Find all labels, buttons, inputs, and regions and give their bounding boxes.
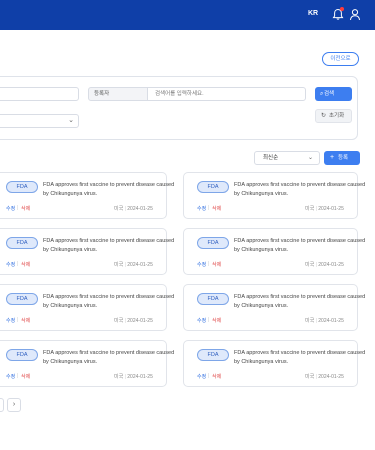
- keyword-field[interactable]: [0, 87, 79, 101]
- card-author: 미국: [305, 318, 315, 324]
- delete-link[interactable]: 삭제: [21, 261, 30, 268]
- link-separator: |: [208, 373, 210, 379]
- back-button[interactable]: 이전으로: [322, 52, 359, 66]
- delete-link[interactable]: 삭제: [21, 373, 30, 380]
- link-separator: |: [17, 261, 19, 267]
- card-meta: 미국 | 2024-01-25: [305, 317, 344, 324]
- registrant-label: 등록자: [88, 87, 148, 101]
- card-meta: 미국 | 2024-01-25: [305, 261, 344, 268]
- language-switch[interactable]: KR: [308, 10, 318, 17]
- user-icon[interactable]: [349, 8, 361, 21]
- search-button-label: 검색: [324, 91, 335, 97]
- news-card[interactable]: FDA FDA approves first vaccine to prevent…: [183, 172, 365, 219]
- card-author: 미국: [114, 374, 124, 380]
- edit-link[interactable]: 수정: [6, 261, 15, 268]
- card-meta: 미국 | 2024-01-25: [114, 205, 153, 212]
- reset-button[interactable]: ↻ 초기화: [315, 109, 352, 123]
- card-meta: 미국 | 2024-01-25: [114, 373, 153, 380]
- edit-link[interactable]: 수정: [6, 317, 15, 324]
- search-icon: ⌕: [320, 91, 324, 97]
- link-separator: |: [17, 317, 19, 323]
- source-badge: FDA: [6, 293, 38, 305]
- delete-link[interactable]: 삭제: [212, 317, 221, 324]
- add-button-label: 등록: [338, 155, 349, 161]
- card-author: 미국: [305, 262, 315, 268]
- source-badge: FDA: [6, 237, 38, 249]
- link-separator: |: [208, 317, 210, 323]
- news-card[interactable]: FDA FDA approves first vaccine to prevent…: [183, 228, 365, 275]
- delete-link[interactable]: 삭제: [212, 373, 221, 380]
- plus-icon: +: [330, 154, 335, 161]
- card-author: 미국: [114, 262, 124, 268]
- card-meta: 미국 | 2024-01-25: [305, 205, 344, 212]
- card-title: FDA approves first vaccine to prevent di…: [43, 182, 175, 197]
- edit-link[interactable]: 수정: [197, 317, 206, 324]
- card-meta: 미국 | 2024-01-25: [114, 261, 153, 268]
- refresh-icon: ↻: [321, 113, 327, 119]
- link-separator: |: [17, 373, 19, 379]
- card-date: 2024-01-25: [318, 262, 344, 268]
- chevron-down-icon: ⌄: [307, 155, 313, 161]
- source-badge: FDA: [6, 349, 38, 361]
- registrant-input[interactable]: 검색어를 입력하세요.: [147, 87, 306, 101]
- card-title: FDA approves first vaccine to prevent di…: [234, 350, 366, 365]
- card-title: FDA approves first vaccine to prevent di…: [234, 238, 366, 253]
- card-date: 2024-01-25: [318, 374, 344, 380]
- link-separator: |: [208, 261, 210, 267]
- card-date: 2024-01-25: [127, 374, 153, 380]
- edit-link[interactable]: 수정: [197, 261, 206, 268]
- card-date: 2024-01-25: [127, 262, 153, 268]
- card-title: FDA approves first vaccine to prevent di…: [43, 294, 175, 309]
- source-badge: FDA: [197, 349, 229, 361]
- card-author: 미국: [114, 206, 124, 212]
- link-separator: |: [17, 205, 19, 211]
- news-card[interactable]: FDA FDA approves first vaccine to prevent…: [183, 284, 365, 331]
- card-author: 미국: [114, 318, 124, 324]
- edit-link[interactable]: 수정: [6, 373, 15, 380]
- search-panel: [0, 76, 358, 140]
- card-title: FDA approves first vaccine to prevent di…: [43, 238, 175, 253]
- card-date: 2024-01-25: [318, 318, 344, 324]
- notification-dot: [340, 7, 344, 11]
- edit-link[interactable]: 수정: [197, 205, 206, 212]
- reset-button-label: 초기화: [329, 113, 345, 119]
- card-title: FDA approves first vaccine to prevent di…: [234, 182, 366, 197]
- card-title: FDA approves first vaccine to prevent di…: [234, 294, 366, 309]
- delete-link[interactable]: 삭제: [212, 261, 221, 268]
- card-author: 미국: [305, 206, 315, 212]
- chevron-down-icon: ⌄: [68, 117, 74, 124]
- news-card[interactable]: FDA FDA approves first vaccine to prevent…: [0, 172, 174, 219]
- source-badge: FDA: [197, 237, 229, 249]
- sort-select-value: 최신순: [263, 155, 279, 161]
- card-meta: 미국 | 2024-01-25: [114, 317, 153, 324]
- source-badge: FDA: [6, 181, 38, 193]
- search-button[interactable]: ⌕ 검색: [315, 87, 352, 101]
- card-meta: 미국 | 2024-01-25: [305, 373, 344, 380]
- top-bar: KR: [0, 0, 375, 30]
- card-date: 2024-01-25: [318, 206, 344, 212]
- delete-link[interactable]: 삭제: [212, 205, 221, 212]
- source-badge: FDA: [197, 181, 229, 193]
- link-separator: |: [208, 205, 210, 211]
- pagination-next-button[interactable]: ›: [7, 398, 21, 412]
- source-badge: FDA: [197, 293, 229, 305]
- category-select[interactable]: ⌄: [0, 114, 79, 128]
- pagination-prev-button[interactable]: [0, 398, 4, 412]
- delete-link[interactable]: 삭제: [21, 317, 30, 324]
- delete-link[interactable]: 삭제: [21, 205, 30, 212]
- card-date: 2024-01-25: [127, 318, 153, 324]
- news-card[interactable]: FDA FDA approves first vaccine to prevent…: [183, 340, 365, 387]
- edit-link[interactable]: 수정: [6, 205, 15, 212]
- card-title: FDA approves first vaccine to prevent di…: [43, 350, 175, 365]
- card-author: 미국: [305, 374, 315, 380]
- add-button[interactable]: + 등록: [324, 151, 360, 165]
- sort-select[interactable]: 최신순 ⌄: [254, 151, 320, 165]
- edit-link[interactable]: 수정: [197, 373, 206, 380]
- news-card[interactable]: FDA FDA approves first vaccine to prevent…: [0, 340, 174, 387]
- news-card[interactable]: FDA FDA approves first vaccine to prevent…: [0, 228, 174, 275]
- news-card[interactable]: FDA FDA approves first vaccine to prevent…: [0, 284, 174, 331]
- card-date: 2024-01-25: [127, 206, 153, 212]
